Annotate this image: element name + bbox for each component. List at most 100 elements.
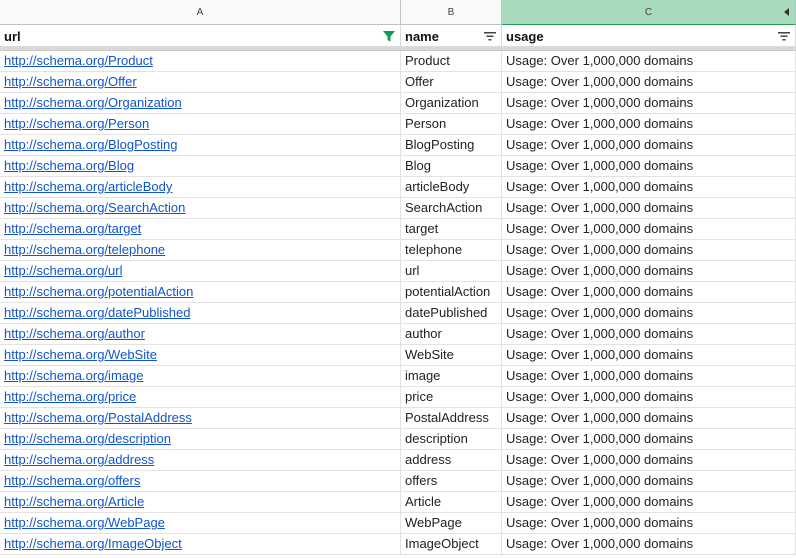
url-cell[interactable]: http://schema.org/address (0, 450, 401, 471)
usage-cell[interactable]: Usage: Over 1,000,000 domains (502, 177, 796, 198)
column-letter-bar: A B C (0, 0, 796, 25)
usage-cell[interactable]: Usage: Over 1,000,000 domains (502, 135, 796, 156)
usage-cell[interactable]: Usage: Over 1,000,000 domains (502, 51, 796, 72)
name-cell[interactable]: url (401, 261, 502, 282)
url-cell[interactable]: http://schema.org/Product (0, 51, 401, 72)
usage-cell[interactable]: Usage: Over 1,000,000 domains (502, 345, 796, 366)
table-row: http://schema.org/address address Usage: O… (0, 450, 796, 471)
usage-cell[interactable]: Usage: Over 1,000,000 domains (502, 219, 796, 240)
table-row: http://schema.org/Article Article Usage: O… (0, 492, 796, 513)
url-cell[interactable]: http://schema.org/SearchAction (0, 198, 401, 219)
name-cell[interactable]: potentialAction (401, 282, 502, 303)
url-cell[interactable]: http://schema.org/WebPage (0, 513, 401, 534)
table-row: http://schema.org/SearchAction SearchActi… (0, 198, 796, 219)
header-cell-name[interactable]: name (401, 25, 502, 47)
usage-cell[interactable]: Usage: Over 1,000,000 domains (502, 303, 796, 324)
usage-cell[interactable]: Usage: Over 1,000,000 domains (502, 240, 796, 261)
usage-cell[interactable]: Usage: Over 1,000,000 domains (502, 261, 796, 282)
usage-cell[interactable]: Usage: Over 1,000,000 domains (502, 156, 796, 177)
filter-active-icon[interactable] (382, 29, 396, 43)
url-cell[interactable]: http://schema.org/datePublished (0, 303, 401, 324)
filter-icon[interactable] (777, 29, 791, 43)
table-row: http://schema.org/url url Usage: Over 1,00… (0, 261, 796, 282)
header-cell-url[interactable]: url (0, 25, 401, 47)
column-header-b[interactable]: B (401, 0, 502, 25)
url-cell[interactable]: http://schema.org/ImageObject (0, 534, 401, 555)
url-cell[interactable]: http://schema.org/Article (0, 492, 401, 513)
name-cell[interactable]: articleBody (401, 177, 502, 198)
column-header-a[interactable]: A (0, 0, 401, 25)
usage-cell[interactable]: Usage: Over 1,000,000 domains (502, 534, 796, 555)
url-cell[interactable]: http://schema.org/WebSite (0, 345, 401, 366)
usage-cell[interactable]: Usage: Over 1,000,000 domains (502, 408, 796, 429)
usage-cell[interactable]: Usage: Over 1,000,000 domains (502, 387, 796, 408)
table-row: http://schema.org/description description… (0, 429, 796, 450)
usage-cell[interactable]: Usage: Over 1,000,000 domains (502, 492, 796, 513)
header-label-name: name (405, 29, 439, 44)
header-label-url: url (4, 29, 21, 44)
name-cell[interactable]: price (401, 387, 502, 408)
usage-cell[interactable]: Usage: Over 1,000,000 domains (502, 366, 796, 387)
name-cell[interactable]: target (401, 219, 502, 240)
usage-cell[interactable]: Usage: Over 1,000,000 domains (502, 471, 796, 492)
name-cell[interactable]: Product (401, 51, 502, 72)
name-cell[interactable]: Person (401, 114, 502, 135)
name-cell[interactable]: author (401, 324, 502, 345)
url-cell[interactable]: http://schema.org/price (0, 387, 401, 408)
name-cell[interactable]: description (401, 429, 502, 450)
usage-cell[interactable]: Usage: Over 1,000,000 domains (502, 429, 796, 450)
usage-cell[interactable]: Usage: Over 1,000,000 domains (502, 198, 796, 219)
url-cell[interactable]: http://schema.org/Person (0, 114, 401, 135)
usage-cell[interactable]: Usage: Over 1,000,000 domains (502, 114, 796, 135)
table-row: http://schema.org/Organization Organizati… (0, 93, 796, 114)
name-cell[interactable]: telephone (401, 240, 502, 261)
table-row: http://schema.org/Blog Blog Usage: Over 1,… (0, 156, 796, 177)
table-row: http://schema.org/potentialAction potenti… (0, 282, 796, 303)
usage-cell[interactable]: Usage: Over 1,000,000 domains (502, 72, 796, 93)
name-cell[interactable]: address (401, 450, 502, 471)
url-cell[interactable]: http://schema.org/PostalAddress (0, 408, 401, 429)
collapse-arrow-icon[interactable] (784, 8, 789, 16)
name-cell[interactable]: datePublished (401, 303, 502, 324)
url-cell[interactable]: http://schema.org/articleBody (0, 177, 401, 198)
name-cell[interactable]: PostalAddress (401, 408, 502, 429)
name-cell[interactable]: Organization (401, 93, 502, 114)
url-cell[interactable]: http://schema.org/potentialAction (0, 282, 401, 303)
url-cell[interactable]: http://schema.org/BlogPosting (0, 135, 401, 156)
column-header-c[interactable]: C (502, 0, 796, 25)
name-cell[interactable]: Article (401, 492, 502, 513)
name-cell[interactable]: image (401, 366, 502, 387)
filter-icon[interactable] (483, 29, 497, 43)
url-cell[interactable]: http://schema.org/telephone (0, 240, 401, 261)
url-cell[interactable]: http://schema.org/Offer (0, 72, 401, 93)
table-row: http://schema.org/articleBody articleBody… (0, 177, 796, 198)
table-row: http://schema.org/Person Person Usage: Ove… (0, 114, 796, 135)
header-label-usage: usage (506, 29, 544, 44)
url-cell[interactable]: http://schema.org/target (0, 219, 401, 240)
url-cell[interactable]: http://schema.org/description (0, 429, 401, 450)
name-cell[interactable]: Blog (401, 156, 502, 177)
usage-cell[interactable]: Usage: Over 1,000,000 domains (502, 282, 796, 303)
table-row: http://schema.org/target target Usage: Ove… (0, 219, 796, 240)
url-cell[interactable]: http://schema.org/Blog (0, 156, 401, 177)
name-cell[interactable]: Offer (401, 72, 502, 93)
url-cell[interactable]: http://schema.org/image (0, 366, 401, 387)
usage-cell[interactable]: Usage: Over 1,000,000 domains (502, 93, 796, 114)
url-cell[interactable]: http://schema.org/author (0, 324, 401, 345)
name-cell[interactable]: ImageObject (401, 534, 502, 555)
name-cell[interactable]: WebPage (401, 513, 502, 534)
usage-cell[interactable]: Usage: Over 1,000,000 domains (502, 324, 796, 345)
url-cell[interactable]: http://schema.org/Organization (0, 93, 401, 114)
name-cell[interactable]: offers (401, 471, 502, 492)
usage-cell[interactable]: Usage: Over 1,000,000 domains (502, 450, 796, 471)
url-cell[interactable]: http://schema.org/offers (0, 471, 401, 492)
table-row: http://schema.org/offers offers Usage: Ove… (0, 471, 796, 492)
header-cell-usage[interactable]: usage (502, 25, 796, 47)
name-cell[interactable]: BlogPosting (401, 135, 502, 156)
name-cell[interactable]: WebSite (401, 345, 502, 366)
header-row: url name usage (0, 25, 796, 47)
name-cell[interactable]: SearchAction (401, 198, 502, 219)
usage-cell[interactable]: Usage: Over 1,000,000 domains (502, 513, 796, 534)
table-row: http://schema.org/WebPage WebPage Usage: O… (0, 513, 796, 534)
url-cell[interactable]: http://schema.org/url (0, 261, 401, 282)
